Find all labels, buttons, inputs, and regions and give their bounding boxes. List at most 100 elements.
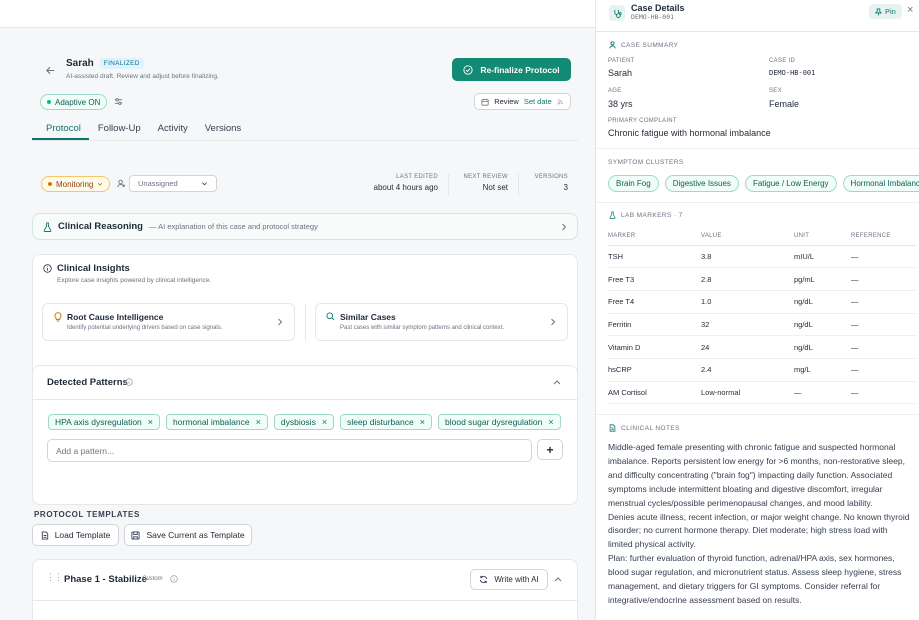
lab-value: Low-normal <box>701 381 794 405</box>
next-review-label: NEXT REVIEW <box>463 174 508 180</box>
adaptive-toggle[interactable]: Adaptive ON <box>40 94 108 110</box>
age-value: 38 yrs <box>608 99 633 109</box>
monitoring-dropdown[interactable]: Monitoring <box>41 176 111 192</box>
protocol-templates-heading: PROTOCOL TEMPLATES <box>34 510 140 519</box>
lab-value: 2.8 <box>701 267 794 291</box>
review-label: Review <box>494 97 519 106</box>
symptom-cluster-pill: Digestive Issues <box>664 175 739 192</box>
complaint-value: Chronic fatigue with hormonal imbalance <box>608 128 771 138</box>
lab-unit: ng/dL <box>794 335 851 359</box>
table-row: AM Cortisol Low-normal — — <box>608 381 916 405</box>
pin-button[interactable]: Pin <box>869 4 902 19</box>
lab-markers-table: MARKER VALUE UNIT REFERENCE TSH 3.8 mIU/L —… <box>608 227 916 405</box>
chevron-down-icon <box>201 180 208 187</box>
flask-icon <box>43 222 52 232</box>
calendar-icon <box>481 98 489 106</box>
root-cause-desc: Identify potential underlying drivers ba… <box>67 325 223 331</box>
lab-unit: — <box>794 381 851 405</box>
lab-reference: — <box>851 245 916 269</box>
info-circle-icon <box>42 263 52 273</box>
symptom-cluster-pill: Hormonal Imbalance <box>842 175 919 192</box>
similar-cases-card[interactable] <box>315 303 568 341</box>
panel-case-code: DEMO-HB-001 <box>631 13 675 21</box>
monitoring-dot <box>48 182 52 186</box>
add-pattern-button[interactable]: + <box>537 439 563 460</box>
remove-tag-icon[interactable]: × <box>420 417 425 427</box>
load-template-button[interactable]: Load Template <box>32 524 119 546</box>
adaptive-label: Adaptive ON <box>55 97 101 107</box>
review-date-button[interactable]: Review Set date <box>474 93 571 110</box>
column-header: VALUE <box>701 227 794 246</box>
clinical-notes-paragraph: Plan: further evaluation of thyroid func… <box>608 553 902 605</box>
symptom-cluster-pill: Brain Fog <box>608 175 659 192</box>
document-icon <box>609 424 616 432</box>
clinical-reasoning-title: Clinical Reasoning <box>58 221 143 232</box>
patient-value: Sarah <box>608 68 633 78</box>
chevron-up-icon[interactable] <box>553 379 561 385</box>
save-template-button[interactable]: Save Current as Template <box>124 524 252 546</box>
remove-tag-icon[interactable]: × <box>548 417 553 427</box>
divider <box>596 414 919 415</box>
case-id-label: CASE ID <box>769 58 796 64</box>
clinical-notes: Middle-aged female presenting with chron… <box>608 441 914 608</box>
root-cause-title: Root Cause Intelligence <box>67 312 164 322</box>
chevron-up-icon[interactable] <box>554 576 562 582</box>
symptom-clusters-heading: SYMPTOM CLUSTERS <box>608 159 684 166</box>
write-with-ai-button[interactable]: Write with AI <box>470 569 548 590</box>
clinical-notes-paragraph: Middle-aged female presenting with chron… <box>608 442 905 508</box>
remove-tag-icon[interactable]: × <box>256 417 261 427</box>
patient-name-title: Sarah <box>66 58 94 69</box>
versions-value: 3 <box>563 183 568 192</box>
pin-label: Pin <box>885 7 896 16</box>
lab-value: 32 <box>701 313 794 337</box>
table-row: Vitamin D 24 ng/dL — <box>608 335 916 359</box>
panel-title: Case Details <box>631 3 685 13</box>
next-review-value: Not set <box>482 183 508 192</box>
tab-follow-up[interactable]: Follow-Up <box>89 123 149 140</box>
lab-value: 2.4 <box>701 358 794 382</box>
pattern-tag-label: blood sugar dysregulation <box>445 417 543 427</box>
sliders-icon[interactable] <box>113 96 123 106</box>
back-arrow-icon[interactable] <box>44 64 56 76</box>
column-header: MARKER <box>608 227 701 246</box>
lab-markers-heading: LAB MARKERS · 7 <box>621 212 683 219</box>
add-pattern-input[interactable] <box>47 439 532 462</box>
lab-marker: AM Cortisol <box>608 381 701 405</box>
lab-reference: — <box>851 381 916 405</box>
assignee-value: Unassigned <box>138 179 178 188</box>
drag-handle-icon[interactable]: ⋮⋮ <box>46 572 63 583</box>
remove-tag-icon[interactable]: × <box>322 417 327 427</box>
remove-tag-icon[interactable]: × <box>148 417 153 427</box>
assign-user-icon <box>116 178 126 188</box>
last-edited-meta: LAST EDITED about 4 hours ago <box>368 174 439 192</box>
load-template-label: Load Template <box>54 530 111 540</box>
chevron-right-icon <box>550 318 556 326</box>
save-icon <box>131 530 140 540</box>
tab-protocol[interactable]: Protocol <box>32 123 89 140</box>
table-row: hsCRP 2.4 mg/L — <box>608 358 916 382</box>
clinical-reasoning-card[interactable]: Clinical Reasoning — AI explanation of t… <box>32 213 578 240</box>
sex-label: SEX <box>769 88 782 94</box>
last-edited-label: LAST EDITED <box>396 174 438 180</box>
save-template-label: Save Current as Template <box>146 530 245 540</box>
patient-label: PATIENT <box>608 58 635 64</box>
close-icon[interactable]: × <box>907 4 913 16</box>
lab-reference: — <box>851 267 916 291</box>
lab-reference: — <box>851 290 916 314</box>
refresh-icon <box>479 575 488 584</box>
divider <box>305 304 306 341</box>
column-header: UNIT <box>794 227 851 246</box>
divider <box>596 202 919 203</box>
info-circle-icon <box>170 575 178 583</box>
rss-icon <box>557 98 564 105</box>
root-cause-card[interactable] <box>42 303 295 341</box>
chevron-right-icon <box>561 223 567 231</box>
file-icon <box>41 530 49 540</box>
tab-versions[interactable]: Versions <box>196 123 249 140</box>
clinical-notes-paragraph: Denies acute illness, recent infection, … <box>608 511 910 550</box>
refinalize-button[interactable]: Re-finalize Protocol <box>452 58 571 81</box>
pattern-tag-label: dysbiosis <box>280 417 316 427</box>
tab-bar: Protocol Follow-Up Activity Versions <box>32 123 578 141</box>
tab-activity[interactable]: Activity <box>149 123 196 140</box>
assignee-select[interactable]: Unassigned <box>129 175 217 192</box>
